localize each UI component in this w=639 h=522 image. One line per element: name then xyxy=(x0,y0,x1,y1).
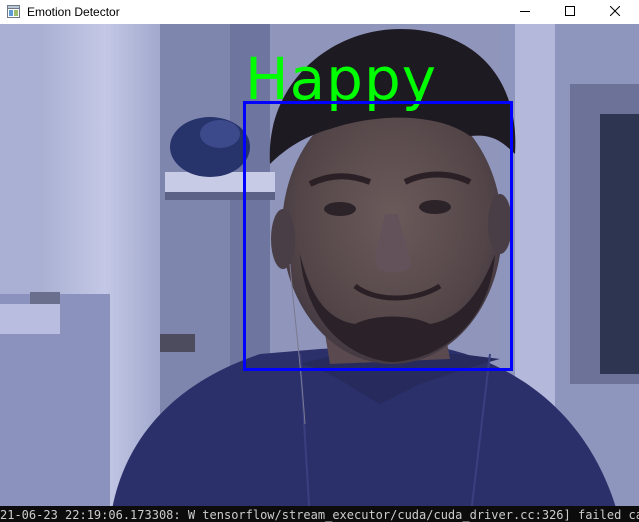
minimize-button[interactable] xyxy=(502,0,547,24)
emotion-detector-window: Emotion Detector Happy 21-06-23 22:19:06… xyxy=(0,0,639,522)
close-icon xyxy=(609,3,620,21)
console-output-strip: 21-06-23 22:19:06.173308: W tensorflow/s… xyxy=(0,506,639,522)
face-bounding-box xyxy=(243,101,513,371)
minimize-icon xyxy=(519,3,530,21)
close-button[interactable] xyxy=(592,0,637,24)
maximize-button[interactable] xyxy=(547,0,592,24)
app-window-icon xyxy=(7,5,20,18)
console-log-line: 21-06-23 22:19:06.173308: W tensorflow/s… xyxy=(0,508,639,522)
window-title: Emotion Detector xyxy=(27,5,120,19)
webcam-view: Happy xyxy=(0,24,639,522)
title-bar[interactable]: Emotion Detector xyxy=(0,0,639,24)
maximize-icon xyxy=(564,3,575,21)
emotion-label: Happy xyxy=(245,45,438,113)
